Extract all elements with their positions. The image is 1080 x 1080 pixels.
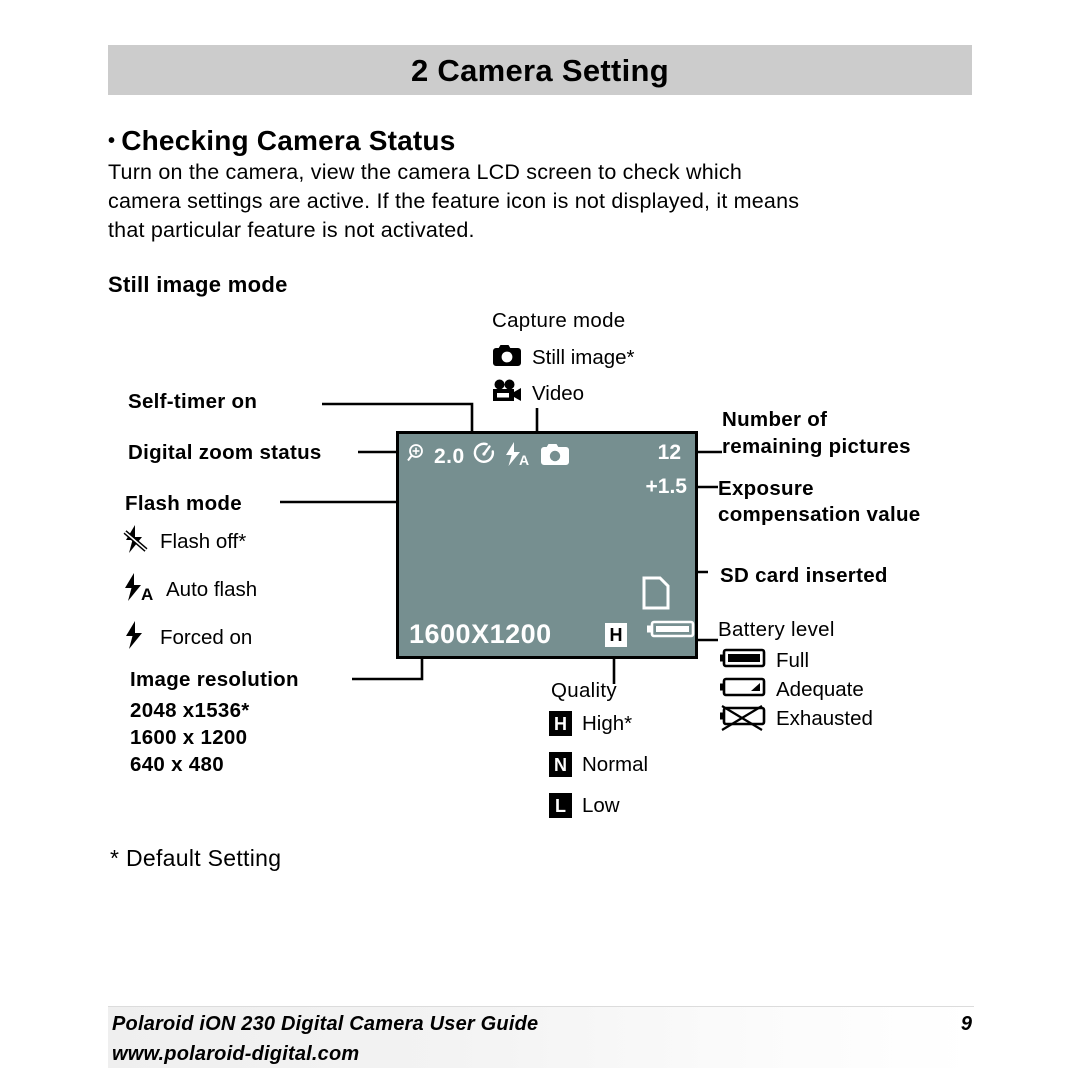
resolution-option-3: 640 x 480 xyxy=(130,753,224,776)
quality-option-normal: N Normal xyxy=(549,752,648,777)
still-camera-icon xyxy=(540,442,570,471)
battery-option-full-label: Full xyxy=(776,649,810,672)
callout-flash-mode-title: Flash mode xyxy=(125,492,242,515)
camera-status-diagram: Capture mode Still image* Video Self-tim… xyxy=(0,0,1080,1080)
capture-mode-still-label: Still image* xyxy=(532,346,635,369)
capture-mode-title: Capture mode xyxy=(492,309,626,332)
footnote-default-setting: * Default Setting xyxy=(110,845,282,871)
battery-option-exhausted-label: Exhausted xyxy=(776,707,873,730)
callout-exposure-line2: compensation value xyxy=(718,503,921,526)
capture-mode-still: Still image* xyxy=(492,343,635,373)
self-timer-icon xyxy=(472,441,496,472)
capture-mode-video: Video xyxy=(492,379,584,409)
callout-digital-zoom: Digital zoom status xyxy=(128,441,322,464)
resolution-option-2: 1600 x 1200 xyxy=(130,726,248,749)
callout-battery-title: Battery level xyxy=(718,618,835,641)
flash-option-off: Flash off* xyxy=(122,524,246,560)
sd-card-icon xyxy=(641,575,671,616)
quality-option-low-label: Low xyxy=(582,793,620,817)
quality-option-low: L Low xyxy=(549,793,620,818)
battery-option-adequate: Adequate xyxy=(720,677,864,703)
forced-flash-icon xyxy=(122,620,150,656)
quality-title: Quality xyxy=(551,679,617,702)
battery-option-exhausted: Exhausted xyxy=(720,706,873,732)
resolution-option-1: 2048 x1536* xyxy=(130,699,250,722)
lcd-screen: 2.0 A 12 +1.5 1600X1200 H xyxy=(396,431,698,659)
quality-option-high-label: High* xyxy=(582,711,633,735)
lcd-quality-badge: H xyxy=(605,623,627,647)
quality-option-high: H High* xyxy=(549,711,632,736)
lcd-quality-badge-wrap: H xyxy=(605,623,627,647)
footer-website[interactable]: www.polaroid-digital.com xyxy=(112,1043,359,1066)
callout-image-resolution-title: Image resolution xyxy=(130,668,299,691)
battery-exhausted-icon xyxy=(720,706,766,732)
quality-option-normal-label: Normal xyxy=(582,752,649,776)
lcd-status-row: 2.0 A xyxy=(407,441,570,472)
battery-adequate-icon xyxy=(720,677,766,703)
auto-flash-icon: A xyxy=(122,572,156,608)
magnifier-plus-icon xyxy=(407,443,427,470)
auto-flash-icon: A xyxy=(503,441,533,472)
battery-option-full: Full xyxy=(720,648,809,674)
quality-badge-normal: N xyxy=(549,752,572,777)
callout-remaining-line1: Number of xyxy=(722,408,828,431)
lcd-resolution: 1600X1200 xyxy=(409,619,552,649)
callout-self-timer: Self-timer on xyxy=(128,390,258,413)
manual-page: 2 Camera Setting • Checking Camera Status… xyxy=(0,0,1080,1080)
flash-option-auto-label: Auto flash xyxy=(166,578,258,601)
flash-off-icon xyxy=(122,524,150,560)
flash-option-forced: Forced on xyxy=(122,620,252,656)
footer-product-line: Polaroid iON 230 Digital Camera User Gui… xyxy=(112,1013,539,1035)
quality-badge-low: L xyxy=(549,793,572,818)
capture-mode-video-label: Video xyxy=(532,382,585,405)
quality-badge-high: H xyxy=(549,711,572,736)
page-number: 9 xyxy=(960,1013,972,1035)
still-camera-icon xyxy=(492,343,522,373)
flash-option-auto: A Auto flash xyxy=(122,572,257,608)
flash-option-off-label: Flash off* xyxy=(160,530,247,553)
video-camera-icon xyxy=(492,379,522,409)
callout-sd-card: SD card inserted xyxy=(720,564,888,587)
battery-option-adequate-label: Adequate xyxy=(776,678,864,701)
flash-option-forced-label: Forced on xyxy=(160,626,253,649)
svg-text:A: A xyxy=(141,585,153,602)
footer-divider xyxy=(108,1006,974,1007)
battery-full-icon xyxy=(647,619,695,644)
battery-full-icon xyxy=(720,648,766,674)
lcd-remaining-count: 12 xyxy=(657,441,681,464)
svg-text:A: A xyxy=(519,452,529,467)
callout-remaining-line2: remaining pictures xyxy=(722,435,911,458)
callout-exposure-line1: Exposure xyxy=(718,477,814,500)
lcd-zoom-value: 2.0 xyxy=(434,444,465,468)
lcd-exposure-value: +1.5 xyxy=(645,475,687,498)
